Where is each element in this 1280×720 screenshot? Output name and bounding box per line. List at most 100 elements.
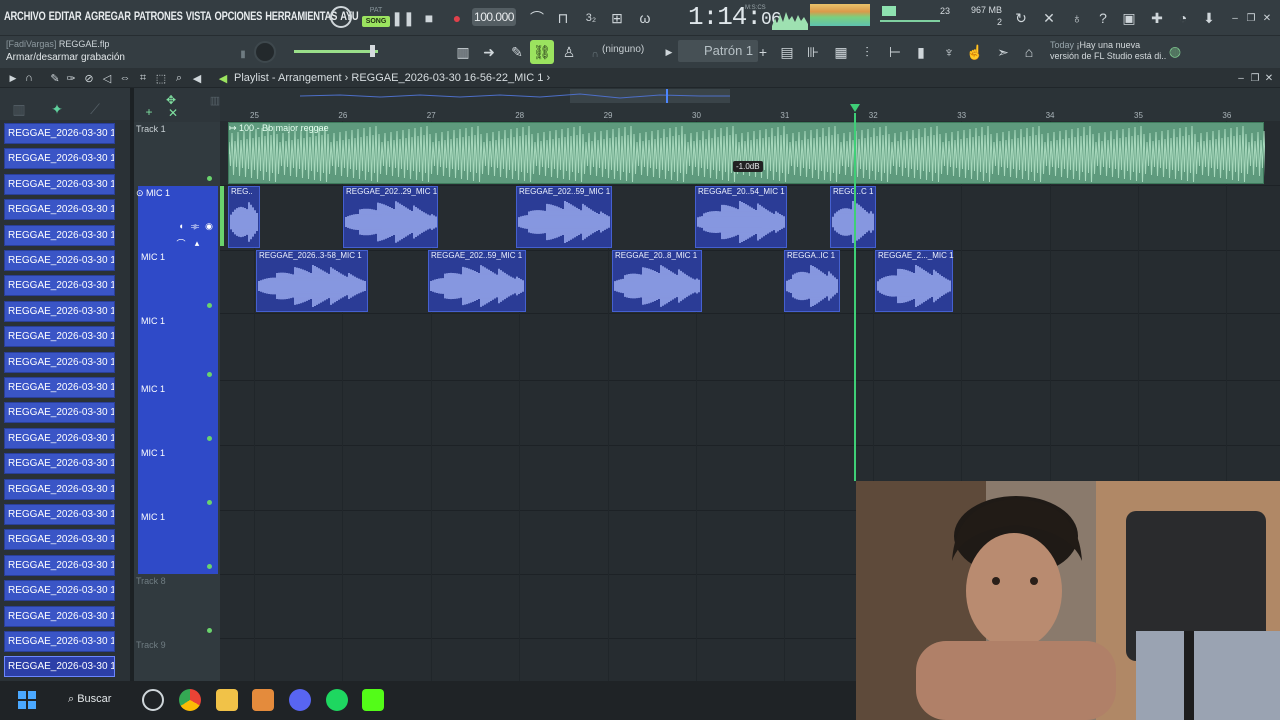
menu-archivo[interactable]: ARCHIVO [4,9,46,23]
picker-clip-item[interactable]: REGGAE_2026-03-30 16-... [4,199,115,221]
picker-clip-item[interactable]: REGGAE_2026-03-30 16-... [4,123,115,144]
master-pitch-knob[interactable] [254,41,276,63]
picker-clip-item[interactable]: REGGAE_2026-03-30 16-... [4,427,115,449]
chat-icon[interactable]: ◔ [1172,7,1194,29]
pause-icon[interactable]: ❚❚ [391,7,414,29]
picker-clip-item[interactable]: REGGAE_2026-03-30 16-... [4,453,115,475]
picker-clip-item[interactable]: REGGAE_2026-03-30 16-... [4,605,115,627]
playback-tool-icon[interactable]: ◀ [186,67,208,89]
picker-clip-item[interactable]: REGGAE_2026-03-30 16-... [4,631,115,652]
mixer-tools-icon[interactable]: ✕ [1038,7,1060,29]
automation-picker-icon[interactable]: ⟋ [84,98,106,120]
news-panel[interactable]: Today ¡Hay una nueva versión de FL Studio… [1050,40,1166,62]
master-volume-slider[interactable] [294,50,378,53]
picker-clip-item[interactable]: REGGAE_2026-03-30 16-... [4,580,115,602]
overview-waveform[interactable] [300,89,730,103]
track-arrow-icon[interactable]: ▴ [186,232,208,254]
pencil-icon[interactable]: ✎ [506,41,528,63]
undo-icon[interactable]: ↻ [1010,7,1032,29]
picker-clip-item[interactable]: REGGAE_2026-03-30 16-... [4,275,115,297]
track-2-led[interactable] [207,303,212,308]
menu-opciones[interactable]: OPCIONES [215,9,263,23]
menu-vista[interactable]: VISTA [186,9,212,23]
track-label-mic-5[interactable]: MIC 1 [141,448,165,458]
arrow-right-icon[interactable]: ➜ [478,41,500,63]
picker-clip-item[interactable]: REGGAE_2026-03-30 16-... [4,173,115,195]
track-label-8[interactable]: Track 8 [136,576,166,586]
audio-clip[interactable]: REGGAE_2..._MIC 1 [875,250,954,312]
playlist-close-icon[interactable]: ✕ [1258,67,1280,89]
menu-agregar[interactable]: AGREGAR [85,9,131,23]
picker-clip-item[interactable]: REGGAE_2026-03-30 16-... [4,300,115,322]
plugin-icon[interactable]: ✚ [1146,7,1168,29]
mixer-icon[interactable]: ⫶ [856,41,878,63]
picker-clip-item[interactable]: REGGAE_2026-03-30 16-... [4,554,115,576]
track-6-led[interactable] [207,564,212,569]
magnet-small-icon[interactable]: ∩ [18,67,40,89]
breadcrumb-clip[interactable]: REGGAE_2026-03-30 16-56-22_MIC 1 [351,72,543,84]
snap-selector[interactable]: (ninguno) [602,44,644,55]
audio-clip[interactable]: REGGAE_202..29_MIC 1 [343,186,438,248]
countdown-icon[interactable]: 3₂ [580,7,602,29]
track-label-1[interactable]: Track 1 [136,124,166,134]
breadcrumb-playlist[interactable]: Playlist - Arrangement [234,72,342,84]
channel-rack-icon[interactable]: ⊪ [802,41,824,63]
kick-icon[interactable] [362,689,384,711]
piano-roll-icon[interactable]: ▦ [830,41,852,63]
track-label-mic-6[interactable]: MIC 1 [141,512,165,522]
picker-clip-item[interactable]: REGGAE_2026-03-30 16-... [4,402,115,424]
audio-clip[interactable]: REGG..C 1 [830,186,876,248]
spotify-icon[interactable] [326,689,348,711]
audio-clip[interactable]: REG.. [228,186,260,248]
remove-icon[interactable]: ✕ [162,102,184,124]
track-4-led[interactable] [207,436,212,441]
pin-icon[interactable]: ♆ [938,41,960,63]
add-pattern-icon[interactable]: + [752,41,774,63]
audio-clip[interactable]: REGGA..IC 1 [784,250,840,312]
mic-icon[interactable]: ♁ [1066,7,1088,29]
loop-record-icon[interactable]: ω [634,7,656,29]
picker-clip-item[interactable]: REGGAE_2026-03-30 16-... [4,656,115,678]
track-5-led[interactable] [207,500,212,505]
menu-herramientas[interactable]: HERRAMIENTAS [265,9,337,23]
audio-clip[interactable]: REGGAE_20..54_MIC 1 [695,186,787,248]
picker-clip-item[interactable]: REGGAE_2026-03-30 16-... [4,377,115,398]
track-label-mic-1[interactable]: ⊙ MIC 1 [136,188,170,199]
tempo-display[interactable]: 100.000 [472,8,516,26]
audio-clip[interactable]: REGGAE_202..59_MIC 1 [516,186,612,248]
stamp-icon[interactable]: ♙ [558,41,580,63]
plugin-picker-icon[interactable]: ▮ [910,41,932,63]
audio-clip[interactable]: REGGAE_202..59_MIC 1 [428,250,526,312]
track-label-mic-2[interactable]: MIC 1 [141,252,165,262]
playlist-icon[interactable]: ▤ [776,41,798,63]
menu-editar[interactable]: EDITAR [49,9,82,23]
metronome-knob-icon[interactable] [330,6,352,28]
download-icon[interactable]: ⬇ [1198,7,1220,29]
menu-patrones[interactable]: PATRONES [134,9,183,23]
copilot-icon[interactable] [142,689,164,711]
picker-clip-item[interactable]: REGGAE_2026-03-30 16-... [4,529,115,551]
pat-song-toggle[interactable]: PAT SONG [362,5,390,31]
picker-clip-item[interactable]: REGGAE_2026-03-30 16-... [4,478,115,500]
picker-clip-item[interactable]: REGGAE_2026-03-30 16-... [4,351,115,373]
store-icon[interactable]: ⌂ [1018,41,1040,63]
picker-clip-item[interactable]: REGGAE_2026-03-30 16-... [4,224,115,246]
save-icon[interactable]: ▣ [1118,7,1140,29]
picker-clip-item[interactable]: REGGAE_2026-03-30 16-... [4,148,115,170]
record-icon[interactable]: ● [446,7,468,29]
picker-clip-item[interactable]: REGGAE_2026-03-30 16-... [4,504,115,525]
windows-start-icon[interactable] [16,689,38,711]
browser-icon[interactable]: ⊢ [884,41,906,63]
globe-icon[interactable]: ◍ [1164,40,1186,62]
track-label-mic-3[interactable]: MIC 1 [141,316,165,326]
master-volume-handle[interactable] [370,45,375,57]
wait-input-icon[interactable]: ⊓ [552,7,574,29]
piano-icon[interactable]: ▥ [452,41,474,63]
close-icon[interactable]: ✕ [1256,7,1278,29]
link-icon[interactable]: ⛓ [530,40,554,64]
file-explorer-icon[interactable] [216,689,238,711]
picker-clip-item[interactable]: REGGAE_2026-03-30 16-... [4,326,115,348]
send-icon[interactable]: ➣ [992,41,1014,63]
stop-icon[interactable]: ■ [418,7,440,29]
playhead-marker[interactable] [850,104,860,112]
